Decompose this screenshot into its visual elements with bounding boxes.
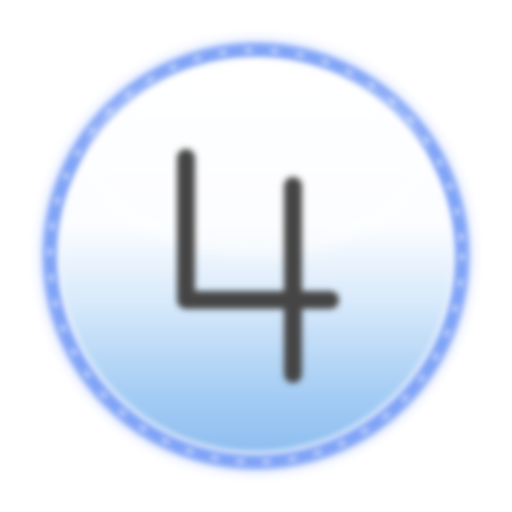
badge-graphic (28, 28, 484, 484)
number-4-badge-icon[interactable] (28, 28, 484, 484)
badge-sheen (88, 64, 424, 256)
number-badge-stage: 4 (0, 0, 512, 512)
